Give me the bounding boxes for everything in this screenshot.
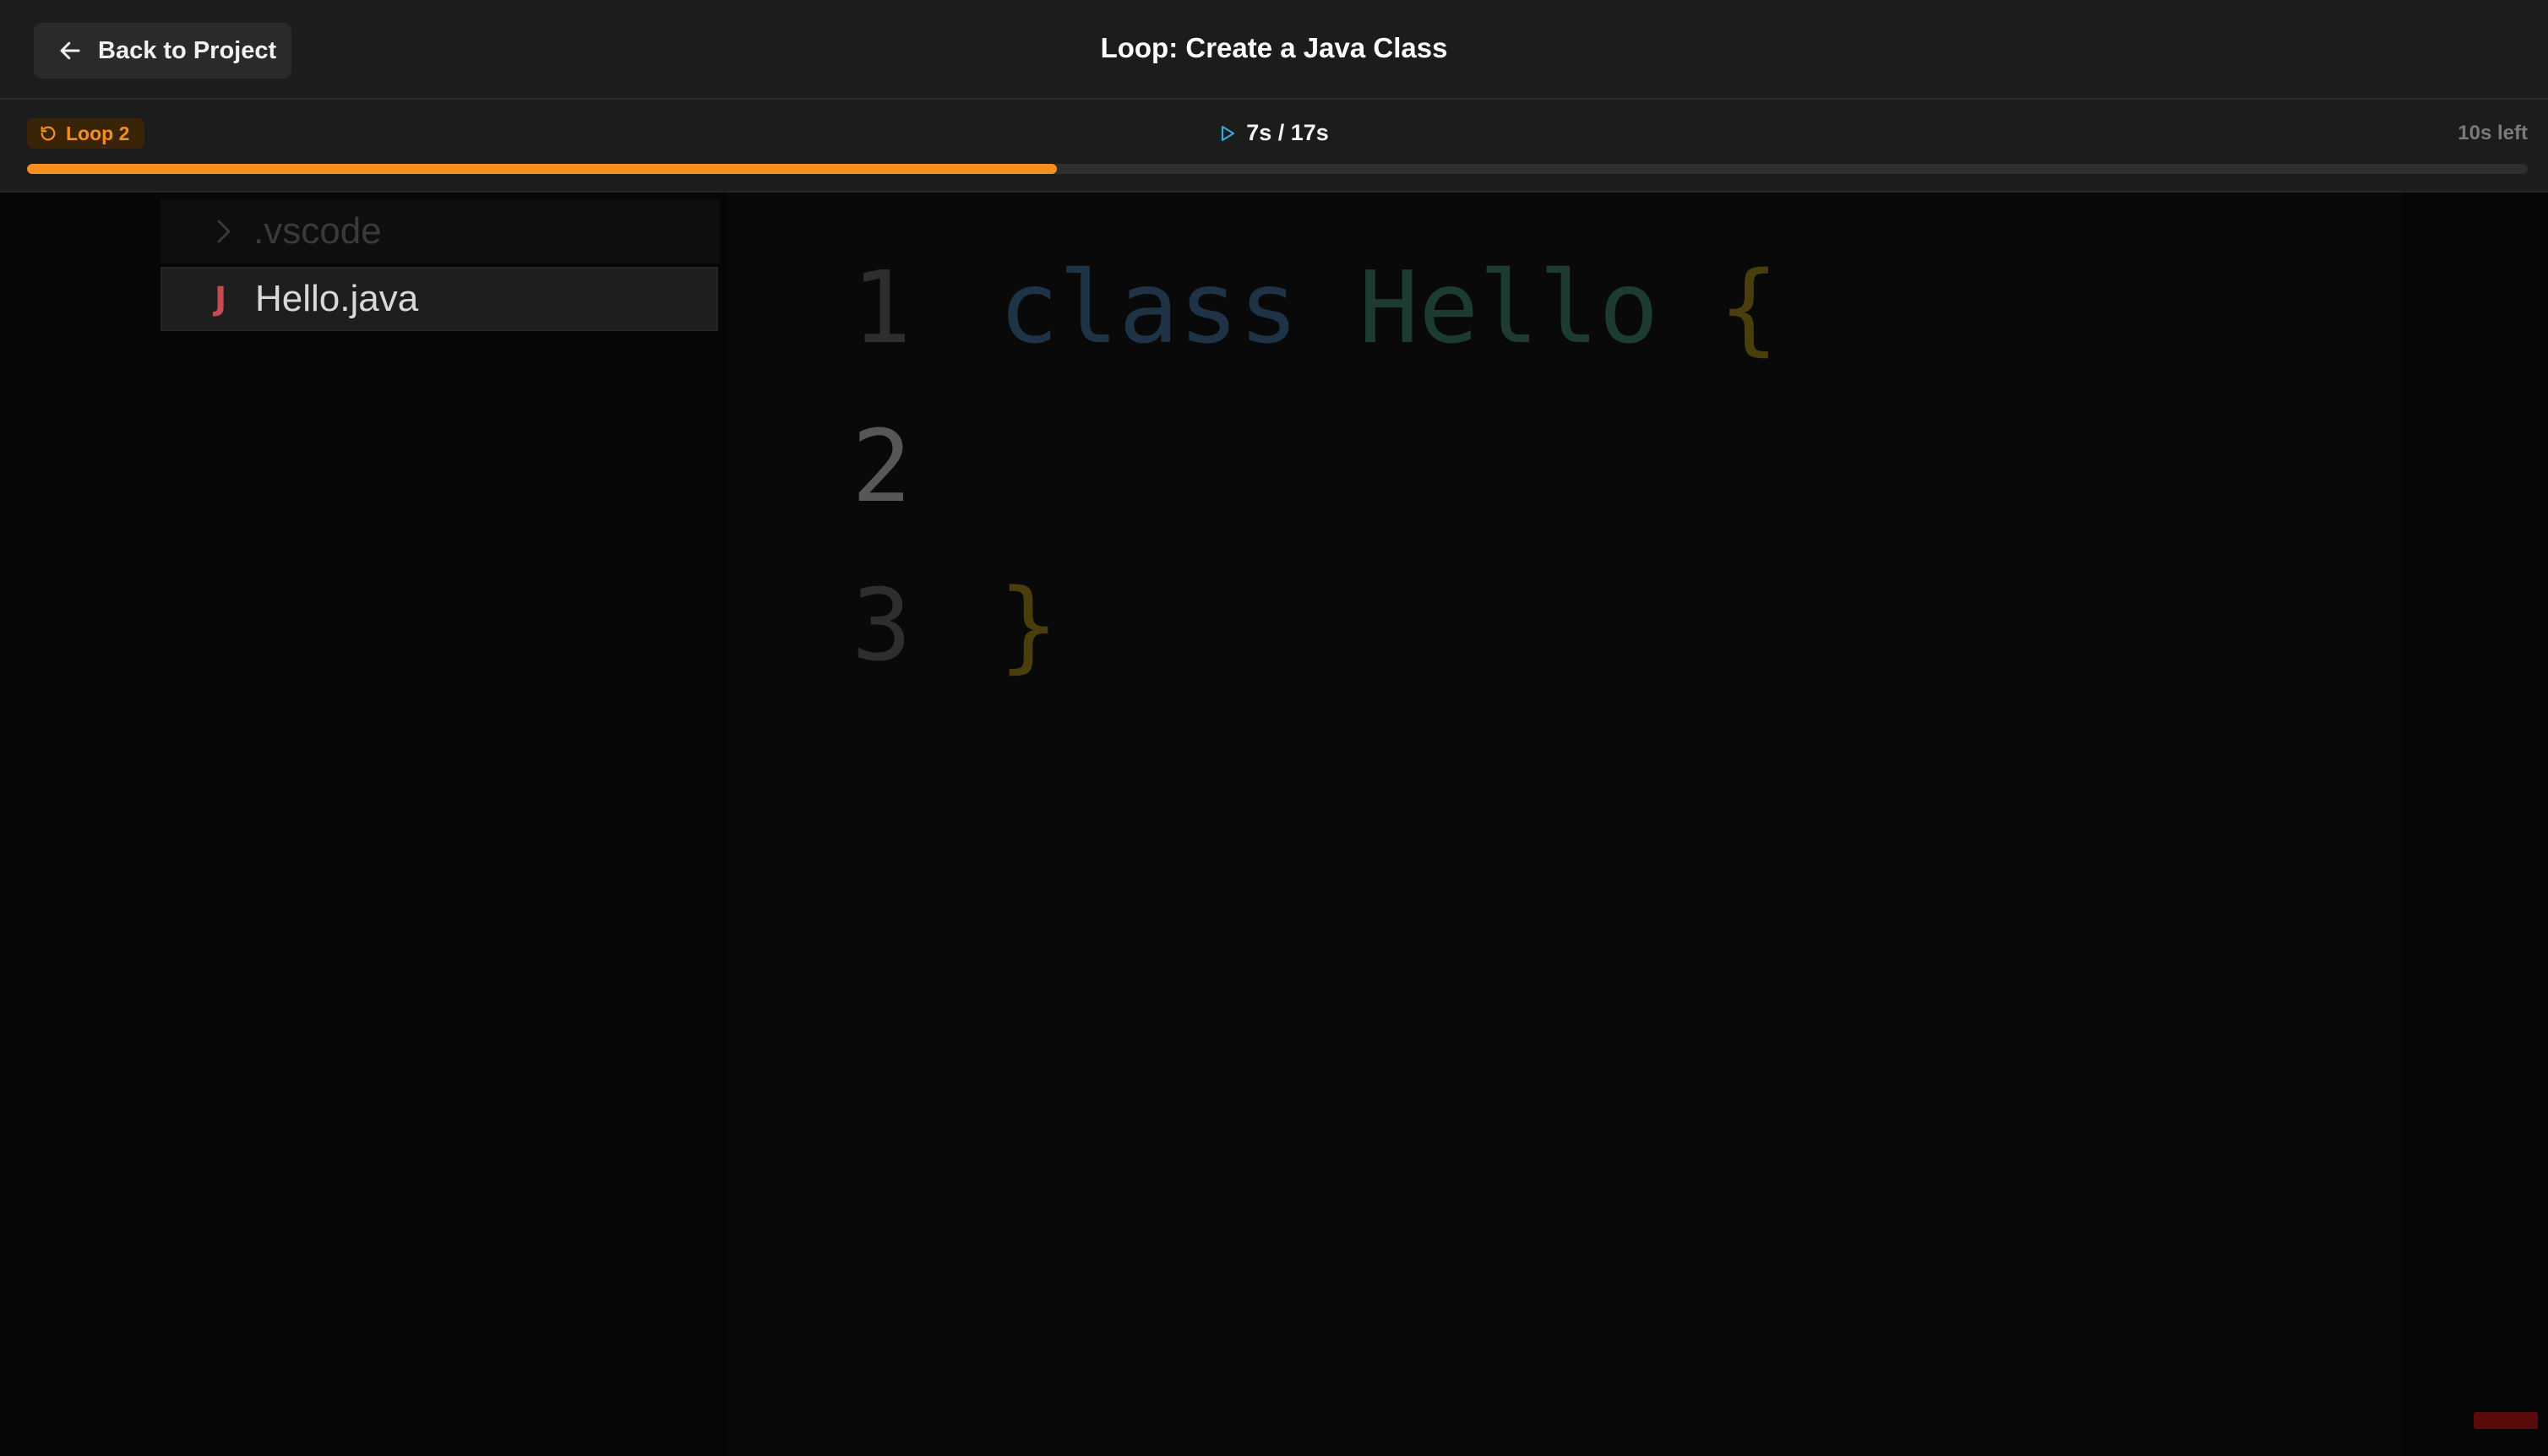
app-window: Back to Project Loop: Create a Java Clas… xyxy=(0,0,2548,1456)
line-number: 3 xyxy=(852,567,912,683)
video-frame[interactable]: .vscode J Hello.java 1 class Hello { 2 3… xyxy=(0,193,2548,1456)
time-readout: 7s / 17s xyxy=(0,120,2548,146)
explorer-folder-label: .vscode xyxy=(253,210,382,252)
progress-bar[interactable] xyxy=(27,164,2528,174)
line-number: 1 xyxy=(852,249,912,366)
class-name-token: Hello xyxy=(1358,249,1659,366)
keyword-token: class xyxy=(999,249,1299,366)
line-number: 2 xyxy=(852,408,912,524)
explorer-file-item: J Hello.java xyxy=(161,267,718,331)
code-text: class Hello { xyxy=(999,249,1779,366)
brace-token: { xyxy=(1718,249,1779,366)
explorer-file-label: Hello.java xyxy=(255,278,419,319)
java-file-icon: J xyxy=(215,280,227,318)
time-elapsed-total: 7s / 17s xyxy=(1246,120,1329,145)
progress-strip: Loop 2 7s / 17s 10s left xyxy=(0,100,2548,193)
file-explorer: .vscode J Hello.java xyxy=(154,193,720,1456)
header-bar: Back to Project Loop: Create a Java Clas… xyxy=(0,0,2548,100)
code-text: } xyxy=(999,567,1059,683)
play-icon[interactable] xyxy=(1219,124,1236,143)
explorer-folder-item: .vscode xyxy=(161,199,720,263)
code-editor: 1 class Hello { 2 3 } xyxy=(728,193,2401,1456)
chevron-right-icon xyxy=(217,220,231,243)
time-left: 10s left xyxy=(2458,122,2528,144)
progress-bar-fill xyxy=(27,164,1057,174)
page-title: Loop: Create a Java Class xyxy=(1100,32,1448,63)
brace-token: } xyxy=(999,567,1059,683)
video-watermark-badge xyxy=(2474,1412,2538,1429)
